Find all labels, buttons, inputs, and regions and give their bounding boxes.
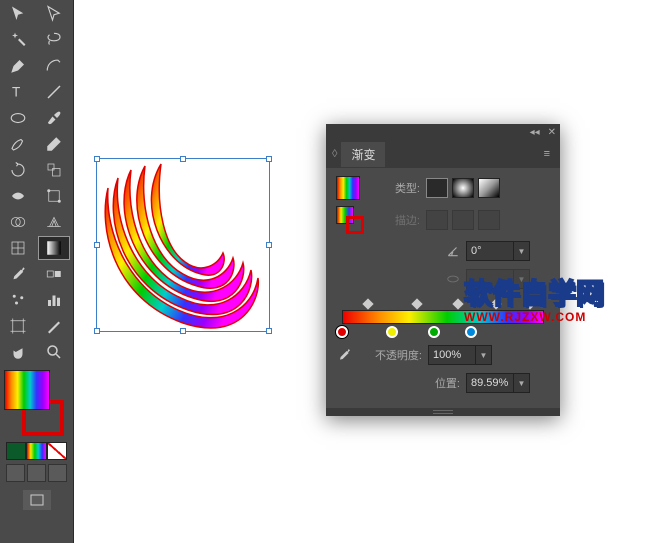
shaper-tool[interactable] — [2, 132, 34, 156]
color-mode-solid[interactable] — [6, 442, 26, 460]
bounding-box — [96, 158, 270, 332]
gradient-preview-swatch[interactable] — [336, 176, 360, 200]
rotate-tool[interactable] — [2, 158, 34, 182]
fill-stroke-toggle[interactable] — [336, 206, 364, 234]
stroke-label: 描边: — [372, 212, 420, 228]
position-dropdown[interactable]: ▼ — [514, 373, 530, 393]
ellipse-tool[interactable] — [2, 106, 34, 130]
column-graph-tool[interactable] — [38, 288, 70, 312]
svg-text:T: T — [12, 85, 20, 100]
width-tool[interactable] — [2, 184, 34, 208]
stroke-grad-within — [426, 210, 448, 230]
handle-bl[interactable] — [94, 328, 100, 334]
draw-behind[interactable] — [27, 464, 46, 482]
screen-mode[interactable] — [23, 490, 51, 510]
handle-l[interactable] — [94, 242, 100, 248]
angle-input[interactable]: 0° — [466, 241, 514, 261]
angle-icon — [446, 244, 460, 258]
blend-tool[interactable] — [38, 262, 70, 286]
gradient-type-linear[interactable] — [426, 178, 448, 198]
slice-tool[interactable] — [38, 314, 70, 338]
artboard-tool[interactable] — [2, 314, 34, 338]
type-label: 类型: — [372, 180, 420, 196]
pen-tool[interactable] — [2, 54, 34, 78]
aspect-icon — [446, 272, 460, 286]
handle-r[interactable] — [266, 242, 272, 248]
position-label: 位置: — [412, 375, 460, 391]
handle-b[interactable] — [180, 328, 186, 334]
midpoint-1[interactable] — [362, 298, 373, 309]
panel-menu-icon[interactable]: ≡ — [540, 144, 554, 164]
panel-resize-handle[interactable] — [326, 408, 560, 416]
scale-tool[interactable] — [38, 158, 70, 182]
canvas-selection[interactable] — [96, 158, 270, 332]
color-stop-2[interactable] — [386, 326, 398, 338]
handle-tl[interactable] — [94, 156, 100, 162]
color-mode-gradient[interactable] — [26, 442, 46, 460]
draw-inside[interactable] — [48, 464, 67, 482]
gradient-tool[interactable] — [38, 236, 70, 260]
color-mode-none[interactable] — [47, 442, 67, 460]
opacity-label: 不透明度: — [358, 347, 422, 363]
midpoint-2[interactable] — [411, 298, 422, 309]
mesh-tool[interactable] — [2, 236, 34, 260]
opacity-dropdown[interactable]: ▼ — [476, 345, 492, 365]
close-icon[interactable]: ✕ — [548, 127, 556, 138]
watermark-text: 软件自学网 — [464, 272, 604, 312]
paintbrush-tool[interactable] — [38, 106, 70, 130]
gradient-type-freeform[interactable] — [478, 178, 500, 198]
free-transform-tool[interactable] — [38, 184, 70, 208]
midpoint-3[interactable] — [452, 298, 463, 309]
gradient-type-radial[interactable] — [452, 178, 474, 198]
handle-br[interactable] — [266, 328, 272, 334]
lasso-tool[interactable] — [38, 28, 70, 52]
line-segment-tool[interactable] — [38, 80, 70, 104]
handle-t[interactable] — [180, 156, 186, 162]
stroke-grad-along — [452, 210, 474, 230]
watermark: 软件自学网 WWW.RJZXW.COM — [464, 272, 604, 324]
hand-tool[interactable] — [2, 340, 34, 364]
angle-dropdown[interactable]: ▼ — [514, 241, 530, 261]
magic-wand-tool[interactable] — [2, 28, 34, 52]
eyedropper-icon[interactable] — [336, 347, 352, 363]
position-input[interactable]: 89.59% — [466, 373, 514, 393]
color-stop-1[interactable] — [336, 326, 348, 338]
fill-swatch[interactable] — [4, 370, 50, 410]
eraser-tool[interactable] — [38, 132, 70, 156]
symbol-sprayer-tool[interactable] — [2, 288, 34, 312]
gradient-panel: ◂◂ ✕ ◊ 渐变 ≡ 类型: 描边: — [326, 124, 560, 416]
zoom-tool[interactable] — [38, 340, 70, 364]
direct-selection-tool[interactable] — [38, 2, 70, 26]
toolbox-panel: T — [0, 0, 74, 543]
curvature-tool[interactable] — [38, 54, 70, 78]
tab-gradient[interactable]: 渐变 — [341, 142, 385, 167]
panel-toggle-icon[interactable]: ◊ — [332, 148, 337, 160]
handle-tr[interactable] — [266, 156, 272, 162]
collapse-icon[interactable]: ◂◂ — [530, 127, 540, 138]
perspective-grid-tool[interactable] — [38, 210, 70, 234]
stroke-grad-across — [478, 210, 500, 230]
type-tool[interactable]: T — [2, 80, 34, 104]
eyedropper-tool[interactable] — [2, 262, 34, 286]
opacity-input[interactable]: 100% — [428, 345, 476, 365]
color-stop-3[interactable] — [428, 326, 440, 338]
selection-tool[interactable] — [2, 2, 34, 26]
watermark-url: WWW.RJZXW.COM — [464, 310, 604, 324]
draw-normal[interactable] — [6, 464, 25, 482]
color-stop-4[interactable] — [465, 326, 477, 338]
shape-builder-tool[interactable] — [2, 210, 34, 234]
